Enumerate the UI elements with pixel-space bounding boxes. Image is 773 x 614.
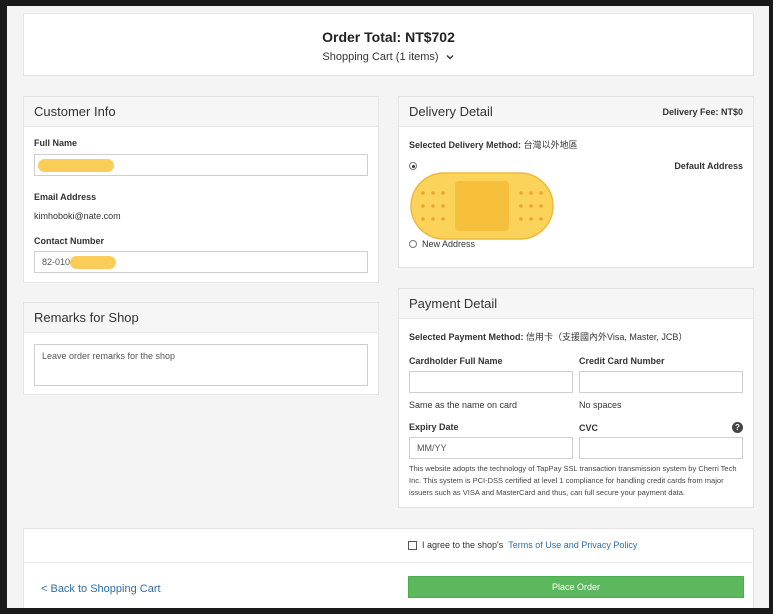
card-number-input[interactable] xyxy=(579,371,743,393)
place-order-button[interactable]: Place Order xyxy=(408,576,744,598)
bandage-sticker-icon xyxy=(410,172,554,240)
shopping-cart-toggle[interactable]: Shopping Cart (1 items) xyxy=(322,51,454,63)
chevron-down-icon xyxy=(446,55,454,60)
contact-number-prefix: 82-010- xyxy=(42,257,74,267)
help-icon[interactable]: ? xyxy=(732,422,743,433)
back-to-cart-link[interactable]: < Back to Shopping Cart xyxy=(41,583,161,595)
full-name-label: Full Name xyxy=(34,138,78,148)
delivery-method-value: 台灣以外地區 xyxy=(523,140,578,150)
payment-method-row: Selected Payment Method: 信用卡（支援國內外Visa, … xyxy=(409,330,743,343)
delivery-fee: Delivery Fee: NT$0 xyxy=(662,106,743,117)
card-number-hint: No spaces xyxy=(579,400,622,410)
payment-method-label: Selected Payment Method: xyxy=(409,332,524,342)
footer-divider xyxy=(24,562,753,563)
payment-header: Payment Detail xyxy=(399,289,753,319)
cardholder-input[interactable] xyxy=(409,371,573,393)
payment-title: Payment Detail xyxy=(409,296,498,311)
remarks-textarea[interactable]: Leave order remarks for the shop xyxy=(34,344,368,386)
full-name-input[interactable] xyxy=(34,154,368,176)
checkout-footer: I agree to the shop's Terms of Use and P… xyxy=(23,528,754,608)
payment-detail-card: Payment Detail Selected Payment Method: … xyxy=(398,288,754,508)
terms-row: I agree to the shop's Terms of Use and P… xyxy=(408,540,637,550)
agree-terms-checkbox[interactable] xyxy=(408,540,417,550)
redacted-name xyxy=(38,158,114,172)
delivery-method-row: Selected Delivery Method: 台灣以外地區 xyxy=(409,138,743,151)
email-label: Email Address xyxy=(34,192,97,202)
cvc-input[interactable] xyxy=(579,437,743,459)
customer-info-card: Customer Info Full Name Email Address ki… xyxy=(23,96,379,283)
remarks-header: Remarks for Shop xyxy=(24,303,378,333)
default-address-row: Default Address xyxy=(409,161,743,171)
default-address-radio[interactable] xyxy=(409,162,417,170)
agree-terms-label: I agree to the shop's xyxy=(422,540,504,550)
customer-info-title: Customer Info xyxy=(34,104,116,119)
remarks-title: Remarks for Shop xyxy=(34,310,139,325)
terms-link[interactable]: Terms of Use and Privacy Policy xyxy=(508,540,637,550)
contact-number-label: Contact Number xyxy=(34,236,105,246)
payment-method-value: 信用卡（支援國內外Visa, Master, JCB） xyxy=(526,332,688,342)
new-address-radio[interactable] xyxy=(409,240,417,248)
security-disclaimer: This website adopts the technology of Ta… xyxy=(409,464,737,497)
default-address-label: Default Address xyxy=(674,161,743,171)
cvc-label-row: CVC ? xyxy=(579,422,743,433)
contact-number-input[interactable]: 82-010- xyxy=(34,251,368,273)
cardholder-hint: Same as the name on card xyxy=(409,400,518,410)
checkout-page: Order Total: NT$702 Shopping Cart (1 ite… xyxy=(7,6,769,608)
expiry-input[interactable]: MM/YY xyxy=(409,437,573,459)
shopping-cart-label: Shopping Cart (1 items) xyxy=(322,51,439,63)
delivery-header: Delivery Detail Delivery Fee: NT$0 xyxy=(399,97,753,127)
cardholder-label: Cardholder Full Name xyxy=(409,356,503,366)
expiry-label: Expiry Date xyxy=(409,422,459,432)
card-number-label: Credit Card Number xyxy=(579,356,665,366)
redacted-phone xyxy=(70,255,117,269)
remarks-card: Remarks for Shop Leave order remarks for… xyxy=(23,302,379,395)
delivery-method-label: Selected Delivery Method: xyxy=(409,140,522,150)
delivery-detail-card: Delivery Detail Delivery Fee: NT$0 Selec… xyxy=(398,96,754,268)
delivery-title: Delivery Detail xyxy=(409,104,493,119)
email-value: kimhoboki@nate.com xyxy=(34,211,121,221)
order-total: Order Total: NT$702 xyxy=(322,29,455,45)
cvc-label: CVC xyxy=(579,422,599,433)
order-total-card: Order Total: NT$702 Shopping Cart (1 ite… xyxy=(23,13,754,76)
customer-info-header: Customer Info xyxy=(24,97,378,127)
